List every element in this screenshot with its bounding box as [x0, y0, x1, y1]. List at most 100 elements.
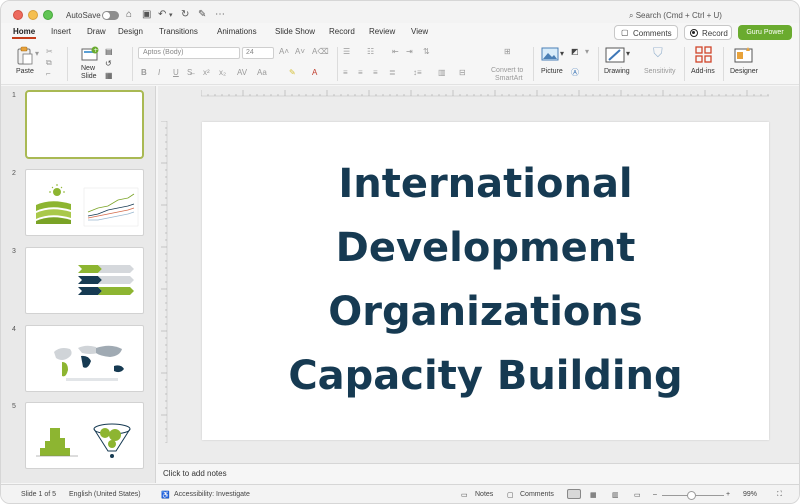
slide-thumbnail-2[interactable] — [25, 169, 144, 236]
new-slide-icon[interactable]: + — [81, 46, 99, 64]
normal-view-icon[interactable] — [567, 489, 581, 499]
close-window-button[interactable] — [13, 10, 23, 20]
slide-thumbnail-4[interactable] — [25, 325, 144, 392]
slide-sorter-icon[interactable]: ▦ — [590, 491, 597, 499]
undo-dropdown-icon[interactable]: ▾ — [169, 11, 173, 19]
record-button[interactable]: Record — [684, 25, 732, 40]
comments-status-button[interactable]: Comments — [520, 491, 554, 498]
superscript-icon[interactable]: x² — [203, 68, 210, 77]
slide-thumbnail-1[interactable] — [25, 90, 144, 159]
zoom-in-icon[interactable]: + — [726, 491, 730, 498]
tab-insert[interactable]: Insert — [51, 27, 71, 36]
decrease-indent-icon[interactable]: ⇤ — [392, 47, 399, 56]
home-icon[interactable]: ⌂ — [126, 9, 132, 20]
main-slide[interactable]: International Development Organizations … — [202, 122, 769, 440]
clear-formatting-icon[interactable]: A⌫ — [312, 47, 329, 56]
search-field[interactable]: ⌕ Search (Cmd + Ctrl + U) — [629, 11, 722, 21]
zoom-slider-thumb[interactable] — [687, 491, 696, 500]
horizontal-ruler[interactable] — [201, 88, 769, 97]
text-direction-icon[interactable]: ⇅ — [423, 47, 430, 56]
justify-icon[interactable]: ≣ — [389, 68, 396, 77]
redo-icon[interactable]: ↻ — [181, 9, 189, 20]
line-spacing-icon[interactable]: ↕≡ — [413, 68, 422, 77]
designer-icon[interactable] — [734, 46, 754, 64]
font-color-icon[interactable]: A — [312, 68, 317, 77]
reset-icon[interactable]: ↺ — [105, 59, 112, 68]
tab-draw[interactable]: Draw — [87, 27, 106, 36]
format-painter-icon[interactable]: ⌐ — [46, 69, 51, 78]
slide-title[interactable]: International Development Organizations … — [202, 152, 769, 408]
numbering-icon[interactable]: ☷ — [367, 47, 374, 56]
slide-thumbnail-5[interactable] — [25, 402, 144, 469]
add-ins-icon[interactable] — [695, 46, 712, 63]
notes-pane[interactable]: Click to add notes — [158, 463, 799, 483]
bold-icon[interactable]: B — [141, 68, 147, 77]
ribbon-separator — [67, 47, 68, 81]
align-text-icon[interactable]: ⊟ — [459, 68, 466, 77]
bullets-icon[interactable]: ☰ — [343, 47, 350, 56]
copy-icon[interactable]: ⧉ — [46, 58, 52, 68]
minimize-window-button[interactable] — [28, 10, 38, 20]
font-size-select[interactable]: 24 — [242, 47, 274, 59]
vertical-ruler[interactable] — [159, 121, 168, 443]
tab-animations[interactable]: Animations — [217, 27, 257, 36]
shapes-icon[interactable]: ◩ — [571, 47, 579, 56]
notes-button[interactable]: Notes — [475, 491, 493, 498]
increase-indent-icon[interactable]: ⇥ — [406, 47, 413, 56]
picture-dropdown-icon[interactable]: ▾ — [560, 49, 564, 58]
undo-icon[interactable]: ↶ — [158, 9, 166, 20]
icons-icon[interactable]: ▾ — [585, 47, 589, 56]
zoom-level[interactable]: 99% — [743, 491, 757, 498]
columns-icon[interactable]: ▥ — [438, 68, 446, 77]
picture-icon[interactable] — [541, 47, 559, 62]
maximize-window-button[interactable] — [43, 10, 53, 20]
convert-smartart-icon[interactable]: ⊞ — [504, 47, 511, 56]
tab-slide-show[interactable]: Slide Show — [275, 27, 315, 36]
tab-design[interactable]: Design — [118, 27, 143, 36]
strikethrough-icon[interactable]: S̶ — [187, 68, 192, 77]
shrink-font-icon[interactable]: A˅ — [295, 47, 305, 56]
autosave-toggle[interactable] — [102, 11, 119, 20]
tab-home[interactable]: Home — [13, 27, 35, 36]
character-spacing-icon[interactable]: AV — [237, 68, 247, 77]
save-icon[interactable]: ▣ — [142, 9, 151, 20]
tab-record[interactable]: Record — [329, 27, 355, 36]
align-right-icon[interactable]: ≡ — [373, 68, 378, 77]
slide-show-icon[interactable]: ▭ — [634, 491, 641, 499]
italic-icon[interactable]: I — [158, 68, 160, 77]
accessibility-status[interactable]: Accessibility: Investigate — [174, 491, 250, 498]
language-indicator[interactable]: English (United States) — [69, 491, 141, 498]
more-icon[interactable]: ⋯ — [215, 9, 225, 20]
change-case-icon[interactable]: Aa — [257, 68, 267, 77]
paste-icon[interactable] — [16, 46, 34, 66]
reading-view-icon[interactable]: ▥ — [612, 491, 619, 499]
font-name-select[interactable]: Aptos (Body) — [138, 47, 240, 59]
grow-font-icon[interactable]: A˄ — [279, 47, 289, 56]
sensitivity-icon[interactable]: ⛉ — [653, 45, 663, 61]
svg-text:+: + — [93, 47, 98, 54]
guru-power-button[interactable]: Guru Power — [738, 25, 792, 40]
comments-button[interactable]: ▢ Comments — [614, 25, 678, 40]
slide-thumbnail-3[interactable] — [25, 247, 144, 314]
cut-icon[interactable]: ✂ — [46, 47, 53, 56]
search-placeholder: Search (Cmd + Ctrl + U) — [635, 11, 722, 20]
tab-transitions[interactable]: Transitions — [159, 27, 198, 36]
format-painter-quick-icon[interactable]: ✎ — [198, 9, 206, 20]
fit-to-window-icon[interactable]: ⛶ — [777, 491, 782, 499]
zoom-out-icon[interactable]: – — [653, 491, 657, 498]
layout-icon[interactable]: ▤ — [105, 47, 113, 56]
paste-dropdown-icon[interactable]: ▾ — [35, 49, 39, 58]
align-center-icon[interactable]: ≡ — [358, 68, 363, 77]
drawing-icon[interactable] — [605, 46, 625, 64]
textbox-icon[interactable]: Ⓐ — [571, 67, 579, 78]
slide-number: 4 — [12, 326, 16, 333]
highlight-icon[interactable]: ✎ — [289, 68, 296, 77]
align-left-icon[interactable]: ≡ — [343, 68, 348, 77]
tab-view[interactable]: View — [411, 27, 428, 36]
drawing-dropdown-icon[interactable]: ▾ — [626, 49, 630, 58]
subscript-icon[interactable]: x₂ — [219, 68, 226, 77]
underline-icon[interactable]: U — [173, 68, 179, 77]
section-icon[interactable]: ▦ — [105, 71, 113, 80]
tab-review[interactable]: Review — [369, 27, 395, 36]
ribbon-separator — [533, 47, 534, 81]
